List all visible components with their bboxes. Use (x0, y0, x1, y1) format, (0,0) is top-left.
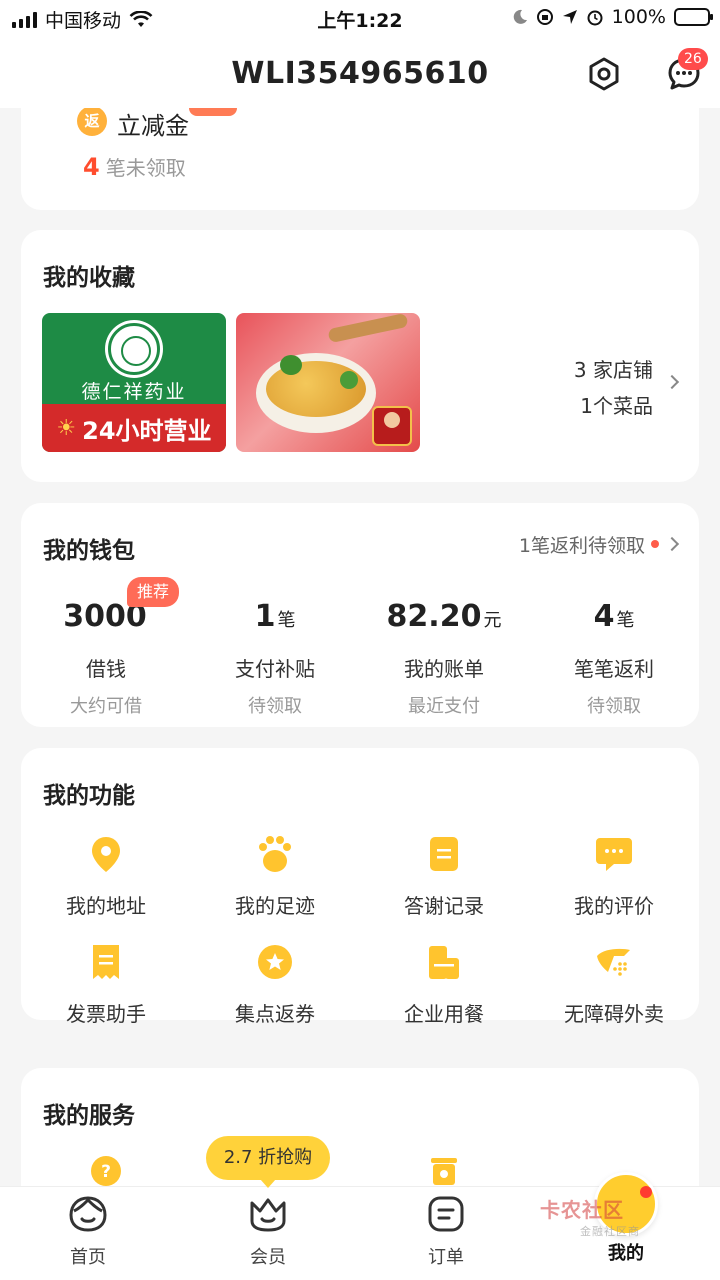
wallet-card: 我的钱包 1笔返利待领取 3000 借钱 大约可借 推荐 1笔 支付补贴 待领取… (21, 503, 699, 727)
store-banner-text: 24小时营业 (82, 416, 212, 445)
func-accessibility[interactable]: 无障碍外卖 (529, 942, 699, 1027)
location-arrow-icon (562, 10, 577, 24)
wallet-rebate-link[interactable]: 1笔返利待领取 (519, 531, 645, 558)
rotation-lock-icon (536, 9, 553, 25)
rebate-icon: 返 (77, 106, 107, 136)
rebate-name: 立减金 (117, 112, 189, 140)
wallet-value: 1笔 (254, 599, 296, 634)
tab-label: 我的 (608, 1243, 644, 1264)
help-icon[interactable]: ? (89, 1154, 123, 1188)
chat-bubble-icon (596, 838, 632, 871)
tab-label: 会员 (250, 1247, 286, 1268)
func-label: 集点返券 (235, 1002, 315, 1026)
delivery-box-icon[interactable] (427, 1154, 461, 1188)
order-list-icon (428, 1196, 464, 1232)
favorites-stores-count: 3 家店铺 (573, 358, 653, 382)
tab-label: 首页 (70, 1247, 106, 1268)
favorites-dishes-count: 1个菜品 (580, 394, 653, 418)
wallet-label: 借钱 (86, 657, 126, 681)
func-invoice[interactable]: 发票助手 (21, 942, 191, 1027)
svg-text:?: ? (101, 1162, 111, 1182)
favorites-title: 我的收藏 (43, 265, 135, 291)
alarm-icon (587, 10, 603, 26)
tab-home[interactable]: 首页 (28, 1195, 148, 1269)
notification-dot (640, 1186, 652, 1198)
status-right: 100% (512, 6, 713, 28)
battery-percent: 100% (611, 6, 666, 28)
star-coin-icon (258, 945, 292, 979)
tab-member[interactable]: 会员 (208, 1195, 328, 1269)
location-pin-icon (92, 837, 120, 872)
rebate-count-suffix: 笔未领取 (105, 156, 186, 180)
wallet-value: 4笔 (593, 599, 635, 634)
func-label: 答谢记录 (404, 894, 484, 918)
tab-label: 订单 (428, 1247, 464, 1268)
wallet-sub: 待领取 (248, 696, 302, 717)
func-thanks[interactable]: 答谢记录 (359, 834, 529, 919)
promo-bubble[interactable]: 2.7 折抢购 (206, 1136, 330, 1188)
store-logo-icon (108, 323, 160, 375)
wallet-item-bill[interactable]: 82.20 元 我的账单 最近支付 (359, 599, 529, 718)
watermark: 卡农社区 金融社区商 (540, 1198, 640, 1238)
crown-face-icon (250, 1198, 286, 1232)
chevron-right-icon (664, 374, 680, 390)
moon-icon (513, 9, 527, 24)
func-label: 发票助手 (66, 1002, 146, 1026)
document-icon (430, 837, 458, 871)
wallet-sub: 最近支付 (408, 696, 480, 717)
wallet-value: 82.20 元 (386, 599, 502, 634)
chevron-right-icon (664, 536, 680, 552)
rebate-count-number: 4 (83, 153, 100, 181)
rebate-count: 4 笔未领取 (83, 152, 186, 181)
wallet-title: 我的钱包 (43, 538, 135, 564)
building-icon (429, 946, 459, 979)
battery-icon (674, 8, 713, 26)
func-enterprise[interactable]: 企业用餐 (359, 942, 529, 1027)
recommend-badge: 推荐 (127, 577, 180, 607)
sun-icon: ☀ (56, 415, 77, 441)
paw-icon (259, 836, 291, 872)
accessibility-icon (597, 948, 630, 976)
home-face-icon (69, 1196, 107, 1232)
wallet-label: 我的账单 (404, 657, 484, 681)
functions-card: 我的功能 我的地址 我的足迹 答谢记录 我的评价 发票助手 集点返券 企业用餐 … (21, 748, 699, 1026)
tab-orders[interactable]: 订单 (386, 1195, 506, 1269)
favorites-card: 我的收藏 德仁祥药业 ☀ 24小时营业 3 家店铺 1个菜品 (21, 230, 699, 482)
receipt-icon (93, 945, 119, 979)
favorite-store-thumbnail[interactable]: 德仁祥药业 ☀ 24小时营业 (42, 313, 226, 452)
message-count-badge: 26 (678, 48, 708, 70)
wallet-label: 笔笔返利 (574, 657, 654, 681)
func-label: 企业用餐 (404, 1002, 484, 1026)
status-bar: 中国移动 上午1:22 100% (0, 0, 720, 40)
wallet-sub: 待领取 (587, 696, 641, 717)
func-label: 无障碍外卖 (564, 1002, 664, 1026)
func-reviews[interactable]: 我的评价 (529, 834, 699, 919)
services-title: 我的服务 (43, 1103, 135, 1129)
func-address[interactable]: 我的地址 (21, 834, 191, 919)
shop-avatar-icon (372, 406, 412, 446)
func-label: 我的地址 (66, 894, 146, 918)
favorites-summary[interactable]: 3 家店铺 1个菜品 (574, 352, 653, 424)
settings-icon[interactable] (586, 56, 622, 92)
functions-title: 我的功能 (43, 783, 135, 809)
wallet-label: 支付补贴 (235, 657, 315, 681)
favorite-dish-thumbnail[interactable] (236, 313, 420, 452)
wallet-item-subsidy[interactable]: 1笔 支付补贴 待领取 (190, 599, 360, 718)
func-points[interactable]: 集点返券 (190, 942, 360, 1027)
store-brand: 德仁祥药业 (81, 381, 187, 403)
wallet-item-loan[interactable]: 3000 借钱 大约可借 (21, 599, 191, 718)
func-footprint[interactable]: 我的足迹 (190, 834, 360, 919)
store-banner: ☀ 24小时营业 (42, 404, 226, 452)
func-label: 我的足迹 (235, 894, 315, 918)
wallet-sub: 大约可借 (70, 696, 142, 717)
func-label: 我的评价 (574, 894, 654, 918)
notification-dot (651, 540, 659, 548)
wallet-item-cashback[interactable]: 4笔 笔笔返利 待领取 (529, 599, 699, 718)
